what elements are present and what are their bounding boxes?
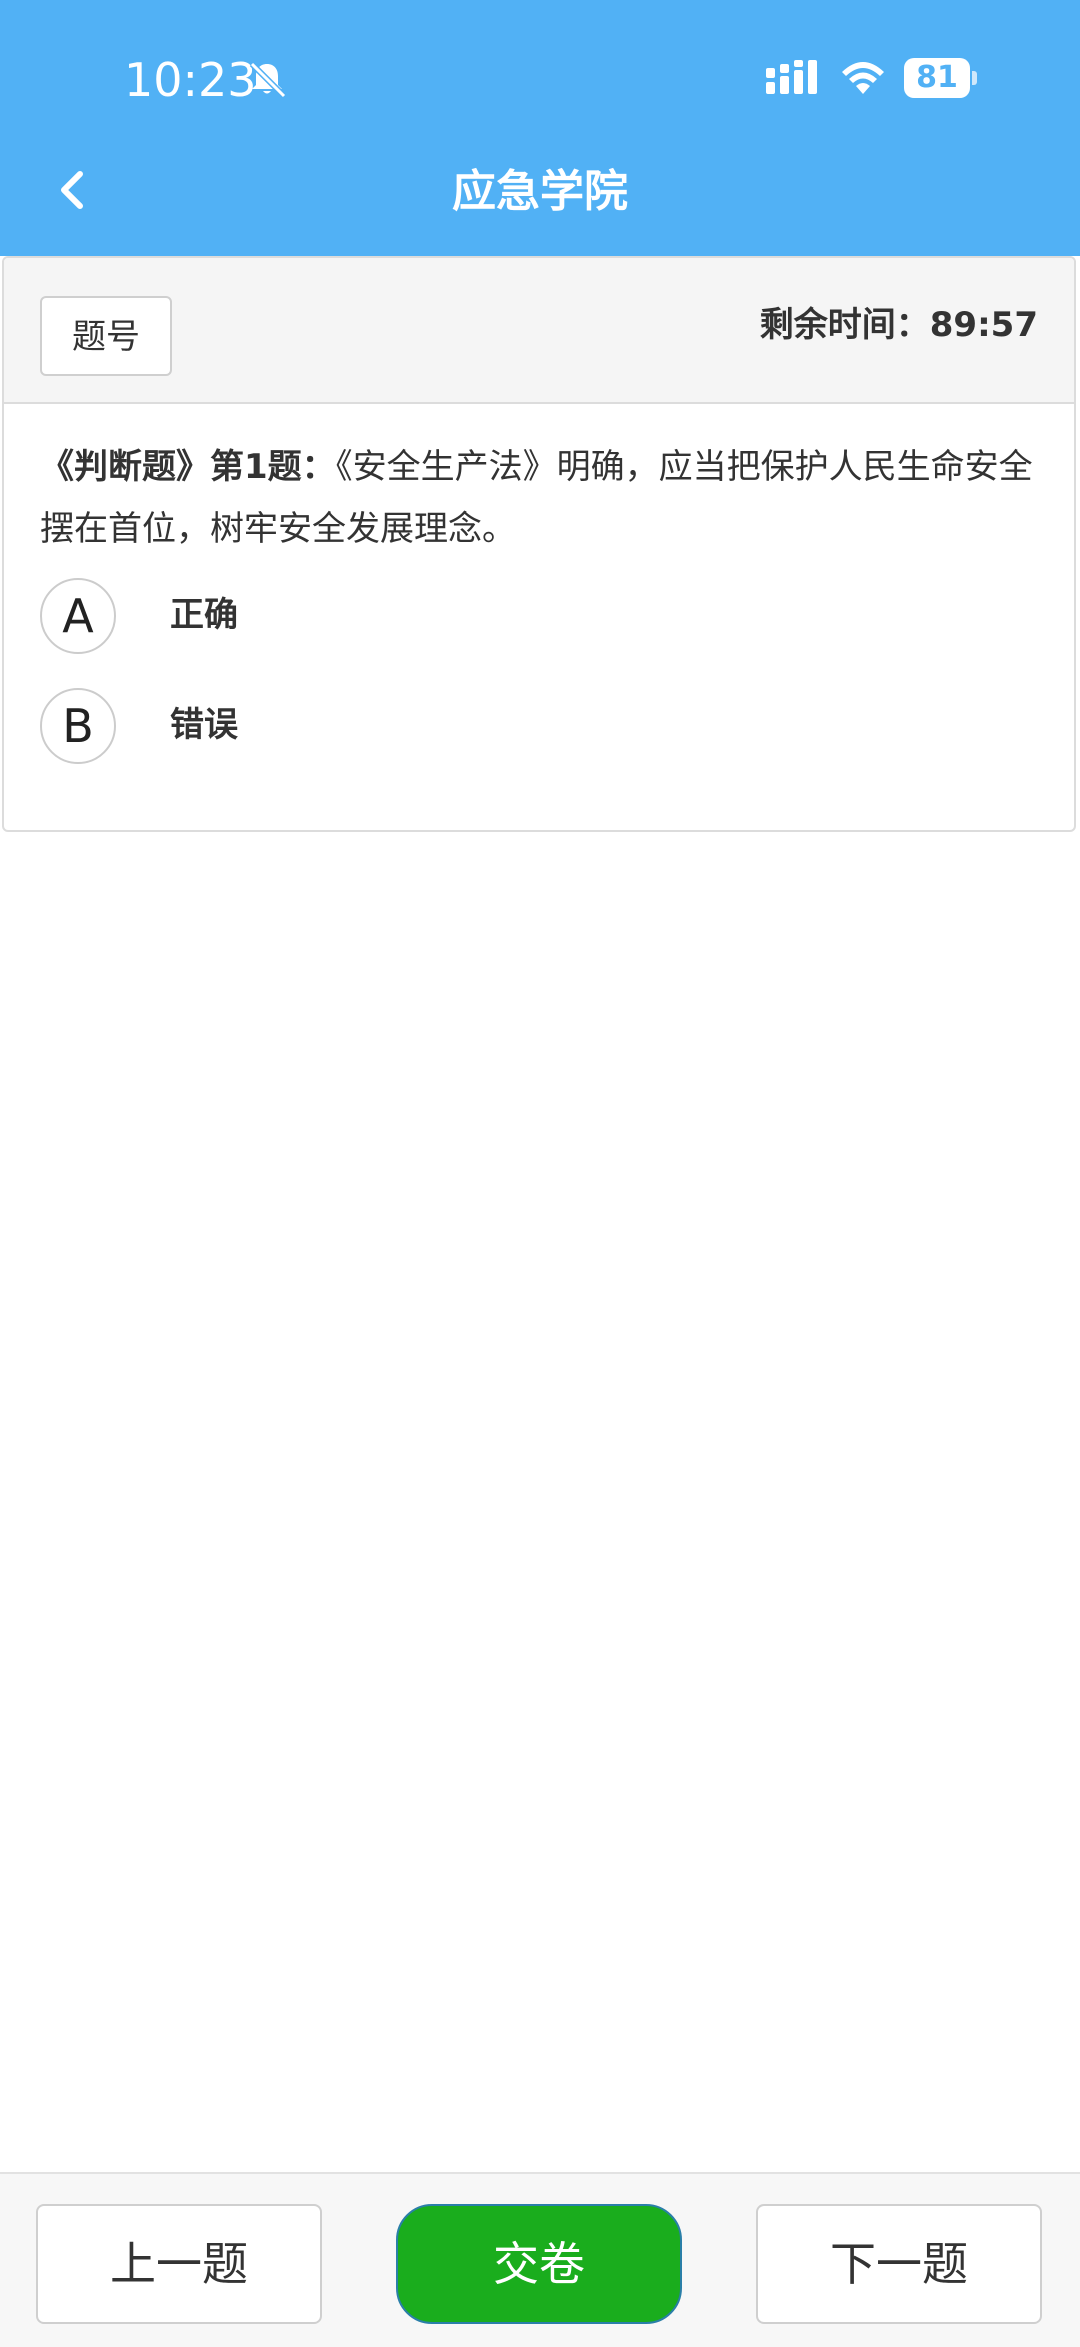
wifi-icon [842, 62, 884, 94]
option-letter[interactable]: A [40, 578, 116, 654]
question-card: 题号 剩余时间：89:57 《判断题》第1题：《安全生产法》明确，应当把保护人民… [2, 256, 1076, 832]
option-letter[interactable]: B [40, 688, 116, 764]
question-text: 《判断题》第1题：《安全生产法》明确，应当把保护人民生命安全摆在首位，树牢安全发… [40, 436, 1040, 560]
card-header: 题号 剩余时间：89:57 [4, 258, 1074, 404]
option-a[interactable]: A 正确 [40, 578, 1040, 658]
signal-icon [766, 60, 817, 94]
bell-off-icon [249, 61, 287, 99]
battery-level: 81 [904, 58, 970, 98]
question-type-label: 《判断题》第1题： [40, 447, 336, 487]
option-b[interactable]: B 错误 [40, 688, 1040, 768]
status-time: 10:23 [124, 53, 257, 107]
submit-exam-button[interactable]: 交卷 [396, 2204, 682, 2324]
next-question-button[interactable]: 下一题 [756, 2204, 1042, 2324]
page-title: 应急学院 [452, 166, 628, 217]
question-number-button[interactable]: 题号 [40, 296, 172, 376]
option-label[interactable]: 正确 [170, 590, 238, 640]
bottom-toolbar: 上一题 交卷 下一题 [0, 2172, 1080, 2347]
app-header: 10:23 81 应急学院 [0, 0, 1080, 256]
prev-question-button[interactable]: 上一题 [36, 2204, 322, 2324]
battery-icon: 81 [904, 58, 977, 100]
remaining-time: 剩余时间：89:57 [759, 305, 1038, 345]
option-label[interactable]: 错误 [170, 700, 238, 750]
battery-tip [972, 71, 977, 85]
